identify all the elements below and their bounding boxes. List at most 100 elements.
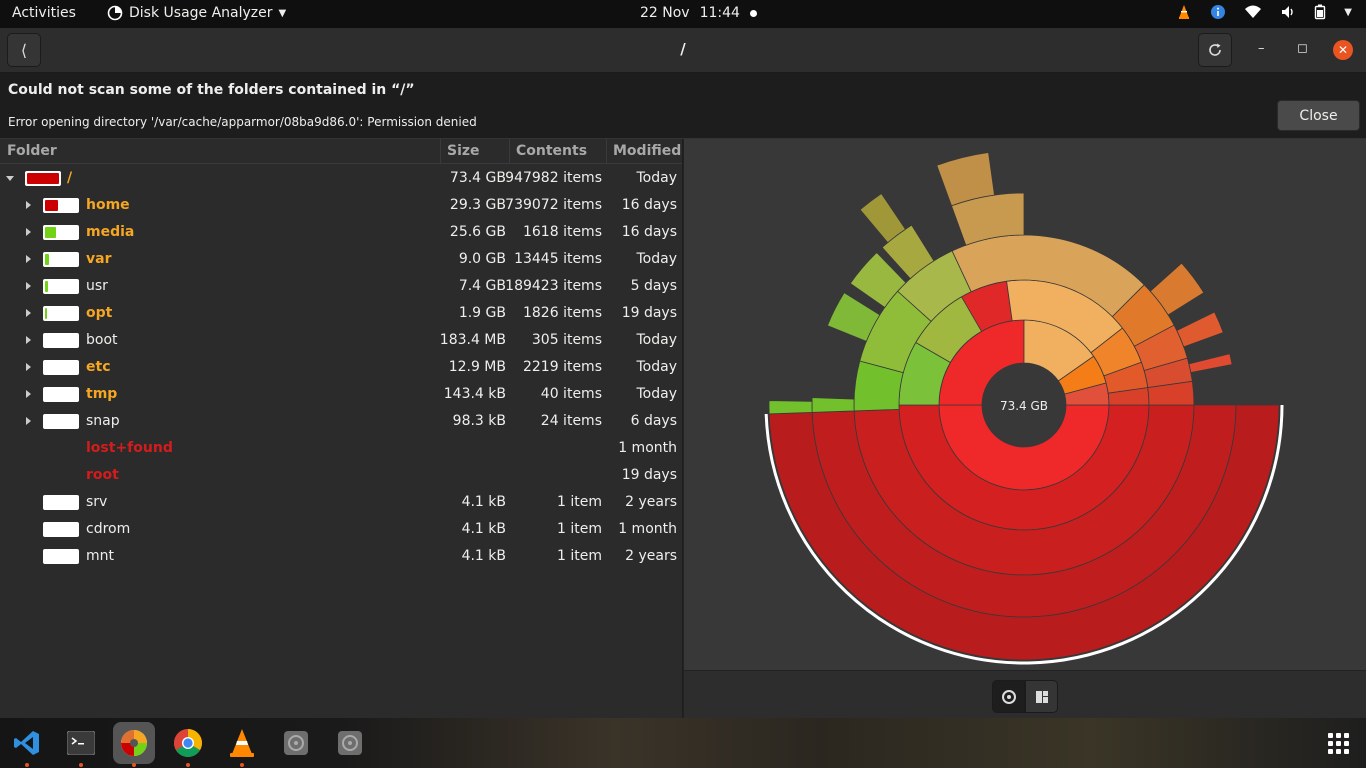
folder-size: 25.6 GB: [449, 224, 506, 240]
table-row[interactable]: boot 183.4 MB 305 items Today: [0, 327, 682, 354]
folder-contents: 24 items: [540, 413, 602, 429]
usage-bar: [43, 279, 79, 294]
ring-segment[interactable]: [1188, 353, 1233, 374]
treemap-chart-button[interactable]: [1025, 680, 1058, 713]
dock-terminal[interactable]: [60, 722, 102, 767]
usage-bar: [43, 414, 79, 429]
table-row[interactable]: etc 12.9 MB 2219 items Today: [0, 354, 682, 381]
column-folder[interactable]: Folder: [7, 143, 57, 159]
expander-closed-icon[interactable]: [26, 201, 31, 209]
folder-size: 143.4 kB: [443, 386, 506, 402]
folder-name: tmp: [86, 386, 118, 402]
table-row[interactable]: opt 1.9 GB 1826 items 19 days: [0, 300, 682, 327]
infobar-title: Could not scan some of the folders conta…: [8, 82, 415, 98]
folder-contents: 1 item: [557, 521, 602, 537]
folder-size: 29.3 GB: [449, 197, 506, 213]
expander-closed-icon[interactable]: [26, 363, 31, 371]
system-menu-chevron-icon[interactable]: ▼: [1344, 7, 1352, 18]
usage-bar: [43, 522, 79, 537]
folder-contents: 189423 items: [505, 278, 602, 294]
folder-name: var: [86, 251, 112, 267]
table-row[interactable]: root 19 days: [0, 462, 682, 489]
folder-modified: 16 days: [621, 224, 677, 240]
disk-usage-app-icon: [107, 5, 123, 21]
dock-disk-2[interactable]: [329, 722, 371, 764]
rings-chart-icon: [1001, 689, 1016, 704]
info-tray-icon[interactable]: [1210, 4, 1226, 20]
sunburst-chart[interactable]: 73.4 GB: [684, 139, 1366, 670]
chevron-down-icon: ▼: [278, 7, 287, 19]
expander-closed-icon[interactable]: [26, 228, 31, 236]
infobar-close-button[interactable]: Close: [1277, 100, 1360, 131]
rescan-button[interactable]: [1198, 33, 1232, 67]
table-row[interactable]: snap 98.3 kB 24 items 6 days: [0, 408, 682, 435]
vlc-icon: [230, 729, 254, 757]
show-applications-icon[interactable]: [1328, 733, 1349, 754]
usage-bar: [43, 225, 79, 240]
sunburst-center-label: 73.4 GB: [1000, 399, 1048, 413]
top-bar: Activities Disk Usage Analyzer ▼ 22 Nov …: [0, 0, 1366, 28]
table-row[interactable]: home 29.3 GB 739072 items 16 days: [0, 192, 682, 219]
folder-size: 73.4 GB: [449, 170, 506, 186]
dock-vlc[interactable]: [221, 722, 263, 767]
column-contents[interactable]: Contents: [516, 143, 587, 159]
expander-closed-icon[interactable]: [26, 282, 31, 290]
treemap-chart-icon: [1035, 690, 1048, 703]
usage-bar: [43, 198, 79, 213]
chart-toolbar: [684, 670, 1366, 718]
dock-disk-1[interactable]: [275, 722, 317, 764]
column-modified[interactable]: Modified: [613, 143, 681, 159]
dock-disk-usage[interactable]: [113, 722, 155, 767]
expander-open-icon[interactable]: [6, 176, 14, 181]
folder-size: 4.1 kB: [461, 548, 506, 564]
rings-chart-button[interactable]: [992, 680, 1025, 713]
table-row[interactable]: usr 7.4 GB 189423 items 5 days: [0, 273, 682, 300]
table-row[interactable]: mnt 4.1 kB 1 item 2 years: [0, 543, 682, 570]
expander-closed-icon[interactable]: [26, 390, 31, 398]
table-row[interactable]: media 25.6 GB 1618 items 16 days: [0, 219, 682, 246]
ring-segment[interactable]: [768, 400, 813, 415]
battery-icon[interactable]: [1314, 4, 1326, 20]
close-window-button[interactable]: ✕: [1333, 40, 1353, 60]
maximize-button[interactable]: ◻: [1297, 41, 1308, 56]
table-row[interactable]: tmp 143.4 kB 40 items Today: [0, 381, 682, 408]
table-row[interactable]: cdrom 4.1 kB 1 item 1 month: [0, 516, 682, 543]
minimize-button[interactable]: –: [1258, 41, 1265, 56]
column-size[interactable]: Size: [447, 143, 480, 159]
folder-size: 9.0 GB: [458, 251, 506, 267]
ring-segment[interactable]: [1176, 311, 1224, 348]
activities-button[interactable]: Activities: [12, 5, 76, 21]
expander-closed-icon[interactable]: [26, 255, 31, 263]
header-bar: ⟨ / – ◻ ✕: [0, 28, 1366, 73]
wifi-icon[interactable]: [1244, 4, 1262, 20]
folder-name: home: [86, 197, 130, 213]
table-row[interactable]: var 9.0 GB 13445 items Today: [0, 246, 682, 273]
vlc-tray-icon[interactable]: [1176, 4, 1192, 20]
usage-bar: [43, 306, 79, 321]
error-infobar: Could not scan some of the folders conta…: [0, 73, 1366, 139]
volume-icon[interactable]: [1280, 4, 1296, 20]
expander-closed-icon[interactable]: [26, 417, 31, 425]
folder-name: opt: [86, 305, 113, 321]
clock[interactable]: 22 Nov 11:44: [640, 5, 757, 21]
folder-contents: 1826 items: [522, 305, 602, 321]
folder-modified: 6 days: [630, 413, 677, 429]
expander-closed-icon[interactable]: [26, 336, 31, 344]
disk-icon: [338, 731, 362, 755]
table-row[interactable]: lost+found 1 month: [0, 435, 682, 462]
expander-closed-icon[interactable]: [26, 309, 31, 317]
dock-chrome[interactable]: [167, 722, 209, 767]
folder-size: 1.9 GB: [458, 305, 506, 321]
folder-name: lost+found: [86, 440, 173, 456]
usage-bar: [25, 171, 61, 186]
table-row[interactable]: / 73.4 GB 947982 items Today: [0, 165, 682, 192]
folder-modified: Today: [636, 251, 678, 267]
folder-modified: 19 days: [621, 467, 677, 483]
clock-date: 22 Nov: [640, 5, 690, 21]
folder-name: snap: [86, 413, 120, 429]
ring-segment[interactable]: [811, 397, 855, 413]
window-title: /: [680, 40, 686, 58]
table-row[interactable]: srv 4.1 kB 1 item 2 years: [0, 489, 682, 516]
dock-vscode[interactable]: [6, 722, 48, 767]
app-menu[interactable]: Disk Usage Analyzer ▼: [107, 5, 286, 21]
